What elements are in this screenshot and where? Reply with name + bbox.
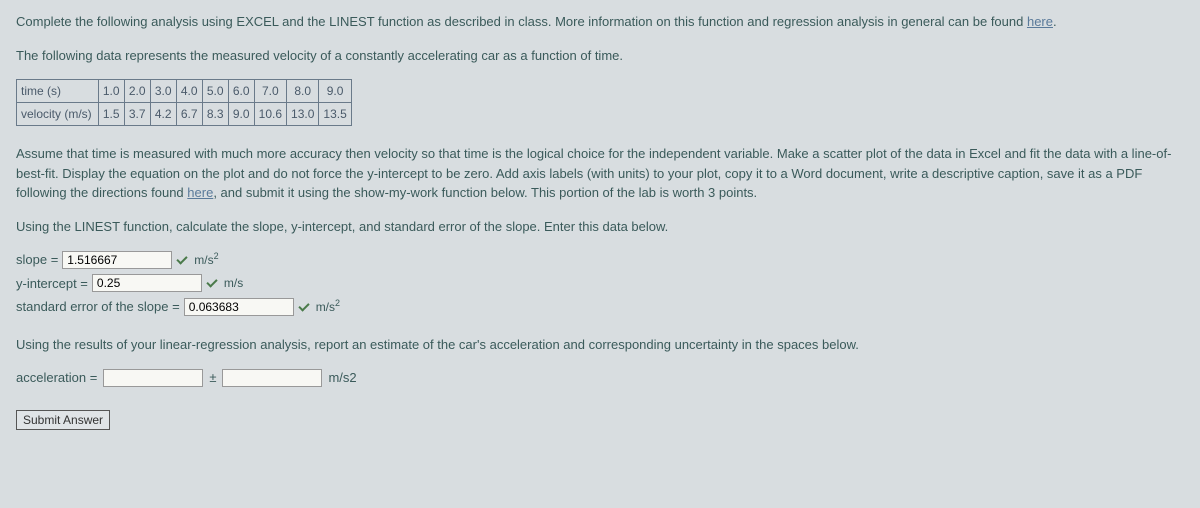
- table-cell: 9.0: [319, 80, 351, 103]
- table-cell: 6.0: [228, 80, 254, 103]
- acceleration-unit: m/s2: [328, 368, 356, 388]
- table-cell: 13.5: [319, 103, 351, 126]
- stderr-input[interactable]: [184, 298, 294, 316]
- table-cell: 8.0: [287, 80, 319, 103]
- table-cell: 10.6: [254, 103, 286, 126]
- acceleration-row: acceleration = ± m/s2: [16, 368, 1184, 388]
- yintercept-row: y-intercept = m/s: [16, 274, 1184, 294]
- check-icon: [176, 253, 190, 267]
- yintercept-unit: m/s: [224, 274, 243, 292]
- acceleration-value-input[interactable]: [103, 369, 203, 387]
- acceleration-uncertainty-input[interactable]: [222, 369, 322, 387]
- stderr-label: standard error of the slope =: [16, 297, 180, 317]
- linest-prompt: Using the LINEST function, calculate the…: [16, 217, 1184, 237]
- assume-paragraph: Assume that time is measured with much m…: [16, 144, 1184, 203]
- table-cell: 7.0: [254, 80, 286, 103]
- plus-minus-symbol: ±: [209, 368, 216, 388]
- table-cell: 3.0: [150, 80, 176, 103]
- intro-text-1a: Complete the following analysis using EX…: [16, 14, 1027, 29]
- row-label-velocity: velocity (m/s): [17, 103, 99, 126]
- submit-answer-button[interactable]: Submit Answer: [16, 410, 110, 430]
- table-row-velocity: velocity (m/s) 1.5 3.7 4.2 6.7 8.3 9.0 1…: [17, 103, 352, 126]
- table-cell: 5.0: [202, 80, 228, 103]
- table-cell: 4.0: [176, 80, 202, 103]
- acceleration-label: acceleration =: [16, 368, 97, 388]
- table-cell: 1.0: [98, 80, 124, 103]
- accel-prompt: Using the results of your linear-regress…: [16, 335, 1184, 355]
- slope-unit: m/s2: [194, 250, 218, 269]
- slope-row: slope = m/s2: [16, 250, 1184, 270]
- table-cell: 8.3: [202, 103, 228, 126]
- intro-paragraph-1: Complete the following analysis using EX…: [16, 12, 1184, 32]
- link-here-1[interactable]: here: [1027, 14, 1053, 29]
- table-cell: 3.7: [124, 103, 150, 126]
- slope-label: slope =: [16, 250, 58, 270]
- intro-paragraph-2: The following data represents the measur…: [16, 46, 1184, 66]
- intro-text-1b: .: [1053, 14, 1057, 29]
- stderr-unit: m/s2: [316, 297, 340, 316]
- table-cell: 6.7: [176, 103, 202, 126]
- assume-text-b: , and submit it using the show-my-work f…: [213, 185, 757, 200]
- table-cell: 9.0: [228, 103, 254, 126]
- table-cell: 2.0: [124, 80, 150, 103]
- slope-input[interactable]: [62, 251, 172, 269]
- check-icon: [206, 276, 220, 290]
- yintercept-input[interactable]: [92, 274, 202, 292]
- yintercept-label: y-intercept =: [16, 274, 88, 294]
- table-cell: 1.5: [98, 103, 124, 126]
- stderr-row: standard error of the slope = m/s2: [16, 297, 1184, 317]
- link-here-2[interactable]: here: [187, 185, 213, 200]
- table-row-time: time (s) 1.0 2.0 3.0 4.0 5.0 6.0 7.0 8.0…: [17, 80, 352, 103]
- data-table: time (s) 1.0 2.0 3.0 4.0 5.0 6.0 7.0 8.0…: [16, 79, 352, 126]
- table-cell: 4.2: [150, 103, 176, 126]
- check-icon: [298, 300, 312, 314]
- table-cell: 13.0: [287, 103, 319, 126]
- row-label-time: time (s): [17, 80, 99, 103]
